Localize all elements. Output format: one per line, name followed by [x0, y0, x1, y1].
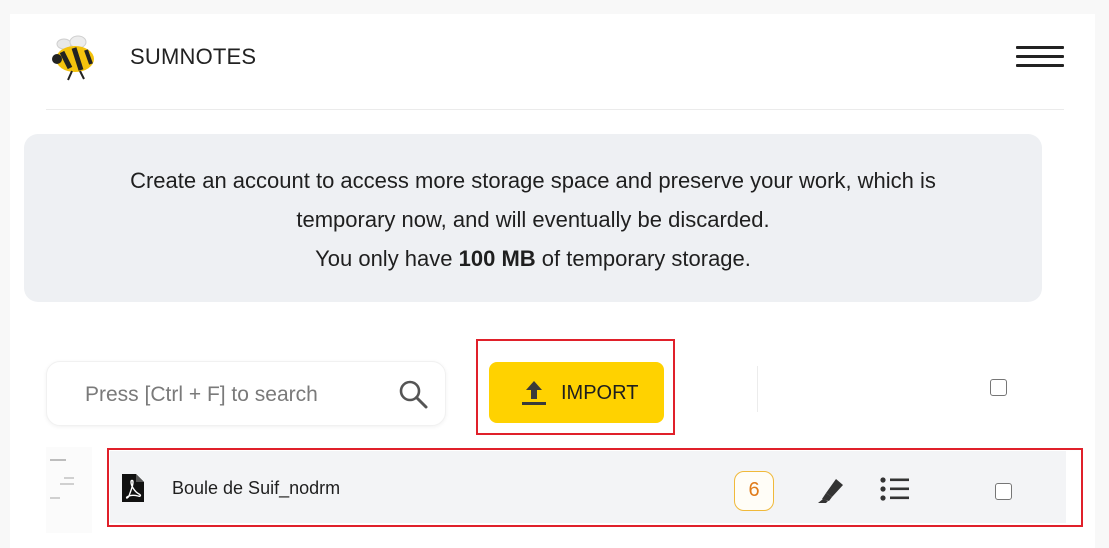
search-icon[interactable]	[397, 378, 429, 410]
highlighter-icon[interactable]	[816, 475, 846, 505]
file-name[interactable]: Boule de Suif_nodrm	[172, 478, 340, 499]
search-input[interactable]	[83, 380, 387, 410]
import-button[interactable]: IMPORT	[489, 362, 664, 423]
bee-logo-icon[interactable]	[48, 32, 102, 82]
select-all-checkbox[interactable]	[990, 379, 1007, 396]
file-thumbnail[interactable]	[46, 447, 92, 533]
storage-limit: 100 MB	[458, 246, 536, 271]
header-divider	[46, 109, 1064, 110]
banner-text-before: You only have	[315, 246, 459, 271]
file-row-checkbox[interactable]	[995, 483, 1012, 500]
banner-text-after: of temporary storage.	[535, 246, 751, 271]
count-badge[interactable]: 6	[734, 471, 774, 511]
import-label: IMPORT	[561, 382, 639, 404]
hamburger-menu-icon[interactable]	[1016, 46, 1064, 68]
banner-line-2: temporary now, and will eventually be di…	[296, 207, 770, 232]
list-icon[interactable]	[880, 476, 910, 502]
search-box	[46, 361, 446, 426]
banner-line-1: Create an account to access more storage…	[130, 168, 936, 193]
toolbar-separator	[757, 366, 758, 412]
file-row[interactable]: Boule de Suif_nodrm 6	[110, 451, 1066, 523]
app-title: SUMNOTES	[130, 44, 257, 69]
storage-info-banner: Create an account to access more storage…	[24, 134, 1042, 302]
pdf-file-icon	[122, 474, 144, 502]
upload-icon	[522, 381, 546, 405]
banner-line-3: You only have 100 MB of temporary storag…	[24, 246, 1042, 272]
